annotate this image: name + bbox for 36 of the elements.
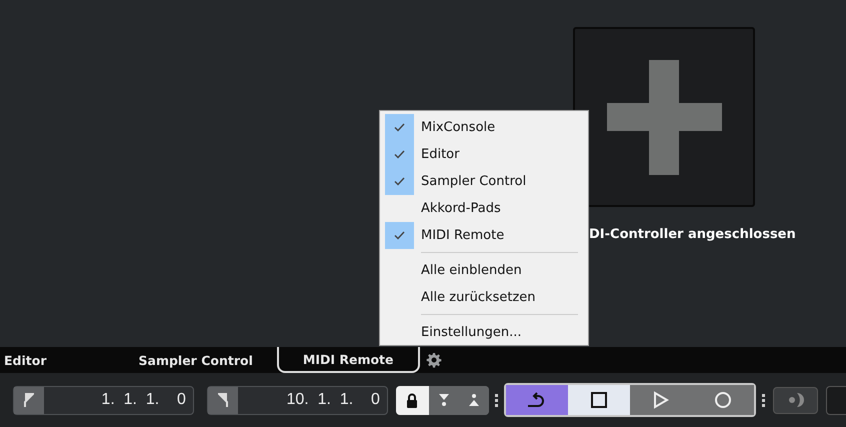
menu-item[interactable]: MixConsole — [380, 114, 588, 141]
stop-button[interactable] — [568, 385, 630, 415]
punch-out-icon — [468, 393, 480, 407]
check-icon — [394, 150, 405, 159]
lock-button[interactable] — [396, 386, 429, 414]
tab[interactable]: Sampler Control — [68, 347, 275, 373]
check-icon — [394, 123, 405, 132]
menu-item[interactable]: MIDI Remote — [380, 222, 588, 249]
status-message: DI-Controller angeschlossen — [589, 227, 796, 242]
menu-item[interactable]: Einstellungen... — [380, 319, 588, 346]
menu-item[interactable]: Akkord-Pads — [380, 195, 588, 222]
menu-item[interactable]: Alle zurücksetzen — [380, 284, 588, 311]
menu-item[interactable]: Alle einblenden — [380, 257, 588, 284]
punch-in-icon — [438, 393, 450, 407]
right-locator-icon — [208, 386, 238, 414]
right-locator-field[interactable]: 10. 1. 1. 0 — [206, 386, 388, 414]
record-icon — [714, 391, 732, 409]
left-locator-icon — [14, 386, 44, 414]
drag-handle-icon[interactable] — [494, 394, 498, 406]
check-icon — [394, 177, 405, 186]
tab[interactable]: Editor — [0, 347, 68, 373]
moon-button[interactable] — [772, 386, 818, 414]
lock-icon — [406, 392, 418, 408]
moon-icon — [786, 391, 804, 409]
check-icon — [394, 231, 405, 240]
settings-icon[interactable] — [426, 352, 442, 368]
drag-handle-icon[interactable] — [762, 394, 765, 406]
plus-icon — [606, 60, 722, 174]
add-controller-button[interactable] — [573, 27, 755, 207]
tab[interactable]: MIDI Remote — [276, 347, 420, 373]
stop-icon — [590, 392, 607, 408]
menu-item[interactable]: Editor — [380, 141, 588, 168]
play-icon — [652, 391, 669, 409]
menu-item[interactable]: Sampler Control — [380, 168, 588, 195]
cycle-button[interactable] — [506, 385, 568, 415]
left-locator-field[interactable]: 1. 1. 1. 0 — [13, 386, 194, 414]
